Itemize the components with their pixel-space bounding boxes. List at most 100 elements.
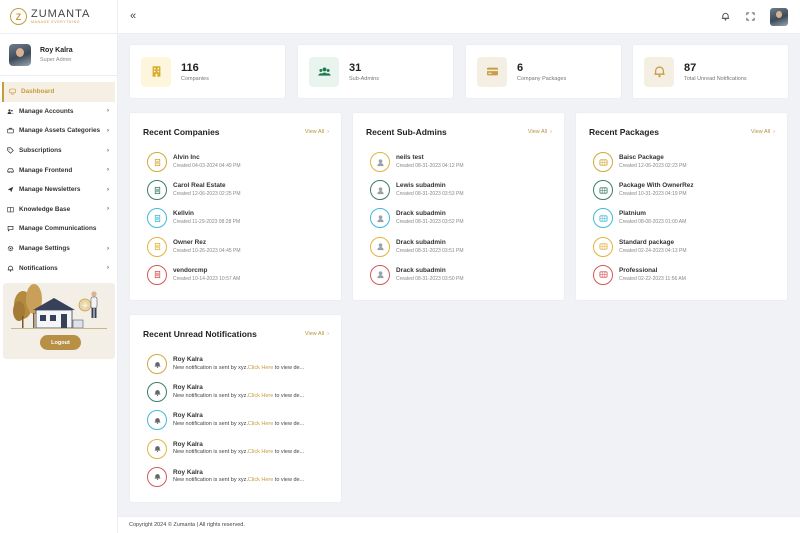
list-item[interactable]: Owner Rez Created 10-26-2023 04:45 PM (147, 236, 333, 265)
list-item[interactable]: Carol Real Estate Created 12-06-2023 02:2… (147, 180, 333, 208)
item-title: Platnium (619, 210, 646, 218)
notification-icon (147, 410, 167, 431)
stat-card-total-unread-notifications[interactable]: 87 Total Unread Notifications (632, 44, 789, 99)
created-date: Created 08-31-2023 03:50 PM (396, 275, 464, 282)
stat-label: Total Unread Notifications (684, 75, 747, 82)
sidebar-nav: Dashboard Manage Accounts › Manage Assets C… (0, 76, 117, 278)
item-title: Baisc Package (619, 154, 664, 161)
list-item[interactable]: neils test Created 08-31-2023 04:12 PM (370, 152, 556, 180)
package-icon (593, 180, 613, 201)
users-icon (7, 108, 14, 115)
list-item[interactable]: Package With OwnerRez Created 10-31-2023 … (593, 180, 779, 208)
sidebar-item-knowledge-base[interactable]: Knowledge Base › (0, 200, 117, 220)
fullscreen-icon[interactable] (746, 12, 755, 21)
list-item[interactable]: Lewis subadmin Created 08-31-2023 03:53 P… (370, 180, 556, 208)
item-title: Package With OwnerRez (619, 182, 694, 190)
notification-icon (147, 466, 167, 487)
click-here-link[interactable]: Click Here (248, 393, 273, 399)
sidebar-item-subscriptions[interactable]: Subscriptions › (0, 141, 117, 161)
view-all-packages-link[interactable]: View All › (751, 129, 775, 135)
view-all-subadmins-link[interactable]: View All › (528, 129, 552, 135)
sidebar-item-manage-settings[interactable]: Manage Settings › (0, 239, 117, 259)
list-item[interactable]: Platnium Created 08-08-2023 01:00 AM (593, 208, 779, 236)
logo-mark-icon: Z (10, 8, 27, 25)
created-date: Created 12-06-2023 02:25 PM (173, 191, 241, 198)
brand-logo[interactable]: Z ZUMANTA MANAGE EVERYTHING (0, 0, 117, 34)
created-date: Created 10-26-2023 04:45 PM (173, 247, 241, 254)
click-here-link[interactable]: Click Here (248, 449, 273, 455)
package-icon (593, 236, 613, 257)
chevron-right-icon: › (107, 186, 109, 193)
copyright-text: Copyright 2024 © Zumanta | All rights re… (129, 522, 245, 528)
click-here-link[interactable]: Click Here (248, 365, 273, 371)
item-title: Kellvin (173, 210, 194, 218)
list-item[interactable]: Alvin Inc Created 04-03-2024 04:49 PM (147, 152, 333, 180)
list-item[interactable]: Roy Kalra New notification is sent by xyz… (147, 438, 333, 467)
list-item[interactable]: Kellvin Created 11-29-2023 08:28 PM (147, 208, 333, 236)
sidebar-item-label: Dashboard (21, 88, 55, 96)
header-avatar[interactable] (770, 8, 788, 26)
chevron-right-icon: › (107, 265, 109, 272)
list-item[interactable]: Roy Kalra New notification is sent by xyz… (147, 354, 333, 382)
list-item[interactable]: Roy Kalra New notification is sent by xyz… (147, 410, 333, 438)
list-item[interactable]: vendorcmp Created 10-14-2023 10:57 AM (147, 264, 333, 293)
sidebar-item-notifications[interactable]: Notifications › (0, 258, 117, 278)
chevron-right-icon: › (107, 245, 109, 252)
notification-icon (147, 354, 167, 374)
gear-icon (7, 245, 14, 252)
item-title: Roy Kalra (173, 412, 203, 420)
sidebar-item-manage-communications[interactable]: Manage Communications (0, 219, 117, 239)
click-here-link[interactable]: Click Here (248, 421, 273, 427)
sidebar-item-label: Manage Accounts (19, 107, 74, 115)
avatar[interactable] (9, 43, 31, 66)
collapse-sidebar-icon[interactable]: « (130, 10, 136, 22)
chevron-right-icon: › (107, 167, 109, 174)
company-icon (147, 152, 167, 172)
notification-text: New notification is sent by xyz.Click He… (173, 477, 305, 484)
created-date: Created 10-31-2023 04:19 PM (619, 191, 687, 198)
send-icon (7, 186, 14, 193)
list-item[interactable]: Drack subadmin Created 08-31-2023 03:52 P… (370, 208, 556, 236)
stat-card-sub-admins[interactable]: 31 Sub-Admins (297, 44, 454, 99)
list-item[interactable]: Roy Kalra New notification is sent by xyz… (147, 466, 333, 495)
stat-label: Companies (181, 75, 209, 82)
stat-card-company-packages[interactable]: 6 Company Packages (465, 44, 622, 99)
recent-subadmins-card: Recent Sub-Admins View All › neils test C… (352, 112, 565, 301)
item-title: Carol Real Estate (173, 182, 226, 190)
list-item[interactable]: Professional Created 02-22-2023 11:56 AM (593, 264, 779, 293)
list-item[interactable]: Drack subadmin Created 08-31-2023 03:50 P… (370, 264, 556, 293)
item-title: Lewis subadmin (396, 182, 446, 190)
created-date: Created 08-31-2023 03:51 PM (396, 247, 464, 254)
sidebar-item-manage-frontend[interactable]: Manage Frontend › (0, 160, 117, 180)
item-title: Standard package (619, 238, 675, 246)
created-date: Created 08-08-2023 01:00 AM (619, 219, 687, 226)
stat-value: 6 (517, 61, 524, 74)
notification-bell-icon[interactable] (721, 12, 730, 21)
created-date: Created 02-22-2023 11:56 AM (619, 275, 686, 282)
package-icon (593, 208, 613, 229)
created-date: Created 08-31-2023 03:52 PM (396, 219, 464, 226)
notification-text: New notification is sent by xyz.Click He… (173, 364, 305, 371)
sidebar-item-manage-assets-categories[interactable]: Manage Assets Categories › (0, 121, 117, 141)
stat-card-companies[interactable]: 116 Companies (129, 44, 286, 99)
company-icon (147, 264, 167, 285)
list-item[interactable]: Standard package Created 02-24-2023 04:13… (593, 236, 779, 265)
list-item[interactable]: Roy Kalra New notification is sent by xyz… (147, 382, 333, 410)
user-icon (370, 208, 390, 229)
chevron-right-icon: › (107, 147, 109, 154)
sidebar-item-dashboard[interactable]: Dashboard (2, 82, 115, 102)
logout-button[interactable]: Logout (40, 335, 81, 350)
stat-value: 87 (684, 61, 697, 74)
sidebar-item-manage-accounts[interactable]: Manage Accounts › (0, 102, 117, 122)
card-title: Recent Companies (143, 127, 220, 137)
package-icon (593, 264, 613, 285)
list-item[interactable]: Drack subadmin Created 08-31-2023 03:51 P… (370, 236, 556, 265)
chevron-right-icon: › (107, 108, 109, 115)
view-all-companies-link[interactable]: View All › (305, 129, 329, 135)
sidebar-item-label: Subscriptions (19, 147, 62, 155)
sidebar-item-manage-newsletters[interactable]: Manage Newsletters › (0, 180, 117, 200)
click-here-link[interactable]: Click Here (248, 477, 273, 483)
view-all-notifications-link[interactable]: View All › (305, 331, 329, 337)
users-group-icon (309, 56, 339, 87)
list-item[interactable]: Baisc Package Created 12-06-2023 02:23 PM (593, 152, 779, 180)
